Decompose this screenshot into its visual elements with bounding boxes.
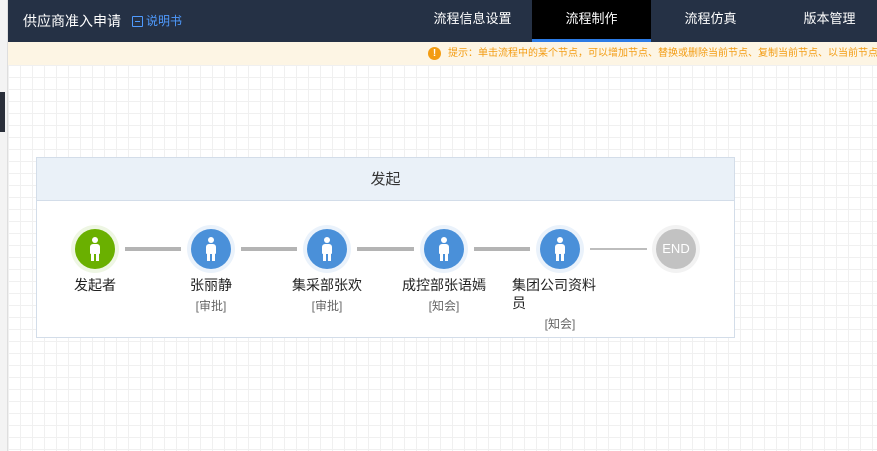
- flow-node-end[interactable]: END: [611, 229, 741, 269]
- node-role: [知会]: [544, 317, 576, 331]
- node-role: [审批]: [195, 299, 227, 313]
- manual-label: 说明书: [146, 14, 183, 28]
- tip-bar: ! 提示：单击流程中的某个节点，可以增加节点、替换或删除当前节点、复制当前节点、…: [8, 42, 877, 65]
- node-name: 张丽静: [190, 277, 232, 293]
- flow-node-zhang-huan[interactable]: 集采部张欢 [审批]: [262, 229, 392, 314]
- person-icon: [89, 237, 101, 263]
- manual-link[interactable]: 说明书: [132, 0, 182, 42]
- node-circle: [307, 229, 347, 269]
- tab-process-design[interactable]: 流程制作: [532, 0, 651, 42]
- panel-toggle-handle[interactable]: [0, 92, 5, 132]
- main-tabs: 流程信息设置 流程制作 流程仿真 版本管理: [413, 0, 877, 42]
- person-icon: [554, 237, 566, 263]
- tab-version-management[interactable]: 版本管理: [770, 0, 877, 42]
- flow-node-zhang-lijing[interactable]: 张丽静 [审批]: [146, 229, 276, 314]
- node-name: 发起者: [74, 277, 116, 293]
- info-icon: !: [428, 47, 441, 60]
- flow-title: 发起: [37, 158, 734, 201]
- flow-node-zhang-yuyan[interactable]: 成控部张语嫣 [知会]: [379, 229, 509, 314]
- tip-text: 提示：单击流程中的某个节点，可以增加节点、替换或删除当前节点、复制当前节点、以当…: [448, 48, 877, 59]
- tab-process-simulation[interactable]: 流程仿真: [651, 0, 770, 42]
- node-circle: [424, 229, 464, 269]
- node-name: 集采部张欢: [292, 277, 362, 293]
- tab-process-info-settings[interactable]: 流程信息设置: [413, 0, 532, 42]
- left-panel-edge: [0, 0, 8, 451]
- top-navigation-bar: 供应商准入申请 说明书 流程信息设置 流程制作 流程仿真 版本管理: [8, 0, 877, 42]
- node-circle: [191, 229, 231, 269]
- flow-node-initiator[interactable]: 发起者: [30, 229, 160, 294]
- node-role: [知会]: [428, 299, 460, 313]
- person-icon: [205, 237, 217, 263]
- node-role: [审批]: [311, 299, 343, 313]
- node-name: 集团公司资料员: [512, 277, 596, 311]
- node-name: 成控部张语嫣: [402, 277, 486, 293]
- app-title: 供应商准入申请: [23, 13, 121, 29]
- end-circle: END: [656, 229, 696, 269]
- person-icon: [321, 237, 333, 263]
- person-icon: [438, 237, 450, 263]
- node-circle: [75, 229, 115, 269]
- node-circle: [540, 229, 580, 269]
- flow-node-records-clerk[interactable]: 集团公司资料员 [知会]: [495, 229, 625, 332]
- flow-container: 发起 发起者 张丽静 [审批] 集采部张欢 [审批] 成控部张语嫣 [知会] 集…: [36, 157, 735, 338]
- manual-icon: [132, 15, 143, 27]
